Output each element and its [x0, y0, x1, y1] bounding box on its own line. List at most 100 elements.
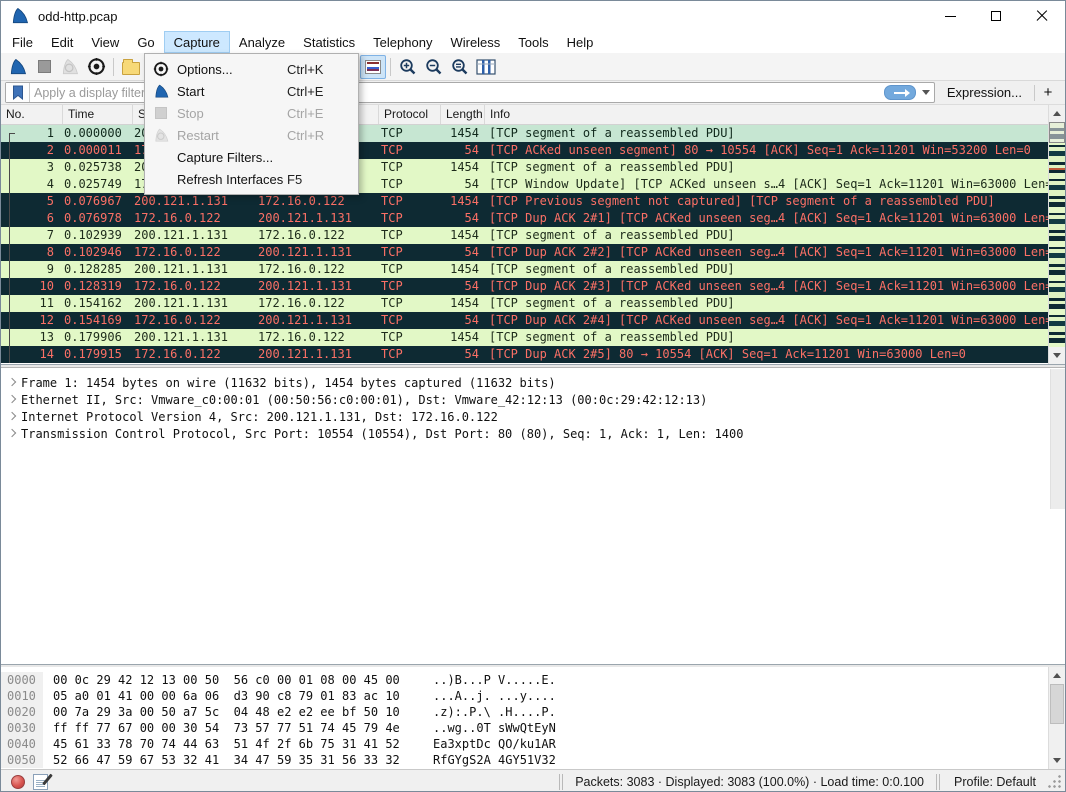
- open-file-button[interactable]: [118, 55, 144, 79]
- cell-no: 13: [1, 329, 63, 346]
- detail-line-text: Transmission Control Protocol, Src Port:…: [21, 427, 743, 441]
- hex-offset: 0030: [1, 720, 43, 736]
- column-header-time[interactable]: Time: [63, 105, 133, 124]
- column-header-info[interactable]: Info: [485, 105, 1049, 124]
- packet-row[interactable]: 140.179915172.16.0.122200.121.1.131TCP54…: [1, 346, 1049, 363]
- cell-no: 2: [1, 142, 63, 159]
- menu-telephony[interactable]: Telephony: [364, 31, 441, 53]
- capture-comment-icon[interactable]: [33, 774, 48, 790]
- expand-chevron-icon[interactable]: [7, 396, 15, 404]
- cell-time: 0.154169: [63, 312, 133, 329]
- cell-info: [TCP Dup ACK 2#3] [TCP ACKed unseen seg……: [485, 278, 1049, 295]
- maximize-icon: [991, 11, 1001, 21]
- column-header-no[interactable]: No.: [1, 105, 63, 124]
- hex-bytes: 00 7a 29 3a 00 50 a7 5c 04 48 e2 e2 ee b…: [43, 704, 433, 720]
- menu-capture[interactable]: Capture: [164, 31, 230, 53]
- packet-list-scrollbar[interactable]: [1048, 105, 1065, 364]
- apply-filter-button[interactable]: [884, 85, 916, 100]
- scrollbar-thumb[interactable]: [1049, 122, 1065, 143]
- maximize-button[interactable]: [973, 1, 1019, 31]
- packet-row[interactable]: 110.154162200.121.1.131172.16.0.122TCP14…: [1, 295, 1049, 312]
- menu-edit[interactable]: Edit: [42, 31, 82, 53]
- intelligent-scrollbar-minimap[interactable]: [1049, 122, 1065, 347]
- expand-chevron-icon[interactable]: [7, 413, 15, 421]
- resize-columns-button[interactable]: [473, 55, 499, 79]
- restart-capture-button[interactable]: [57, 55, 83, 79]
- expand-chevron-icon[interactable]: [7, 379, 15, 387]
- filter-bookmark-button[interactable]: [6, 83, 30, 102]
- menu-wireless[interactable]: Wireless: [441, 31, 509, 53]
- expand-chevron-icon[interactable]: [7, 430, 15, 438]
- expression-button[interactable]: Expression...: [935, 85, 1034, 100]
- menu-go[interactable]: Go: [128, 31, 163, 53]
- capture-options-icon: [145, 61, 177, 77]
- menu-item-stop[interactable]: StopCtrl+E: [145, 102, 358, 124]
- menu-item-shortcut: Ctrl+E: [287, 106, 348, 121]
- packet-row[interactable]: 70.102939200.121.1.131172.16.0.122TCP145…: [1, 227, 1049, 244]
- scroll-down-arrow[interactable]: [1049, 347, 1065, 364]
- expert-info-icon[interactable]: [11, 775, 25, 789]
- zoom-in-button[interactable]: [395, 55, 421, 79]
- cell-source: 200.121.1.131: [133, 193, 257, 210]
- add-filter-button[interactable]: +: [1035, 84, 1061, 101]
- menu-file[interactable]: File: [3, 31, 42, 53]
- cell-no: 8: [1, 244, 63, 261]
- hex-line[interactable]: 000000 0c 29 42 12 13 00 50 56 c0 00 01 …: [1, 672, 1065, 688]
- scroll-up-arrow[interactable]: [1049, 667, 1065, 684]
- menu-item-capture-filters[interactable]: Capture Filters...: [145, 146, 358, 168]
- cell-length: 1454: [441, 227, 485, 244]
- close-button[interactable]: [1019, 1, 1065, 31]
- details-scrollbar[interactable]: [1050, 369, 1065, 509]
- packet-row[interactable]: 80.102946172.16.0.122200.121.1.131TCP54[…: [1, 244, 1049, 261]
- menu-item-options[interactable]: Options...Ctrl+K: [145, 58, 358, 80]
- packet-row[interactable]: 100.128319172.16.0.122200.121.1.131TCP54…: [1, 278, 1049, 295]
- packet-row[interactable]: 120.154169172.16.0.122200.121.1.131TCP54…: [1, 312, 1049, 329]
- column-header-length[interactable]: Length: [441, 105, 485, 124]
- start-capture-button[interactable]: [5, 55, 31, 79]
- scrollbar-thumb[interactable]: [1050, 684, 1064, 724]
- scroll-down-arrow[interactable]: [1049, 752, 1065, 769]
- packet-row[interactable]: 60.076978172.16.0.122200.121.1.131TCP54[…: [1, 210, 1049, 227]
- bookmark-icon: [12, 85, 24, 100]
- menu-item-restart[interactable]: RestartCtrl+R: [145, 124, 358, 146]
- hex-line[interactable]: 005052 66 47 59 67 53 32 41 34 47 59 35 …: [1, 752, 1065, 768]
- hex-line[interactable]: 002000 7a 29 3a 00 50 a7 5c 04 48 e2 e2 …: [1, 704, 1065, 720]
- cell-protocol: TCP: [379, 244, 441, 261]
- capture-options-button[interactable]: [83, 55, 109, 79]
- cell-length: 54: [441, 244, 485, 261]
- menu-help[interactable]: Help: [558, 31, 603, 53]
- bytes-scrollbar[interactable]: [1048, 667, 1065, 769]
- filter-history-dropdown[interactable]: [918, 83, 934, 102]
- minimize-button[interactable]: [927, 1, 973, 31]
- apply-arrow-icon: [894, 92, 906, 94]
- scroll-up-arrow[interactable]: [1049, 105, 1065, 122]
- menu-item-refresh-interfaces[interactable]: Refresh InterfacesF5: [145, 168, 358, 190]
- zoom-reset-button[interactable]: [447, 55, 473, 79]
- cell-info: [TCP segment of a reassembled PDU]: [485, 261, 1049, 278]
- zoom-out-button[interactable]: [421, 55, 447, 79]
- resize-grip[interactable]: [1048, 775, 1061, 788]
- cell-info: [TCP segment of a reassembled PDU]: [485, 329, 1049, 346]
- cell-destination: 200.121.1.131: [257, 312, 379, 329]
- detail-line[interactable]: Transmission Control Protocol, Src Port:…: [1, 426, 1065, 443]
- hex-line[interactable]: 001005 a0 01 41 00 00 6a 06 d3 90 c8 79 …: [1, 688, 1065, 704]
- stop-capture-button[interactable]: [31, 55, 57, 79]
- menu-view[interactable]: View: [82, 31, 128, 53]
- menu-tools[interactable]: Tools: [509, 31, 557, 53]
- colorize-packets-button[interactable]: [360, 55, 386, 79]
- cell-source: 172.16.0.122: [133, 278, 257, 295]
- menu-statistics[interactable]: Statistics: [294, 31, 364, 53]
- detail-line[interactable]: Frame 1: 1454 bytes on wire (11632 bits)…: [1, 375, 1065, 392]
- packet-row[interactable]: 50.076967200.121.1.131172.16.0.122TCP145…: [1, 193, 1049, 210]
- detail-line[interactable]: Internet Protocol Version 4, Src: 200.12…: [1, 409, 1065, 426]
- menu-analyze[interactable]: Analyze: [230, 31, 294, 53]
- column-header-protocol[interactable]: Protocol: [379, 105, 441, 124]
- menu-item-start[interactable]: StartCtrl+E: [145, 80, 358, 102]
- cell-info: [TCP ACKed unseen segment] 80 → 10554 [A…: [485, 142, 1049, 159]
- detail-line[interactable]: Ethernet II, Src: Vmware_c0:00:01 (00:50…: [1, 392, 1065, 409]
- packet-row[interactable]: 90.128285200.121.1.131172.16.0.122TCP145…: [1, 261, 1049, 278]
- packet-row[interactable]: 130.179906200.121.1.131172.16.0.122TCP14…: [1, 329, 1049, 346]
- hex-line[interactable]: 0030ff ff 77 67 00 00 30 54 73 57 77 51 …: [1, 720, 1065, 736]
- profile-selector[interactable]: Profile: Default: [948, 775, 1046, 789]
- hex-line[interactable]: 004045 61 33 78 70 74 44 63 51 4f 2f 6b …: [1, 736, 1065, 752]
